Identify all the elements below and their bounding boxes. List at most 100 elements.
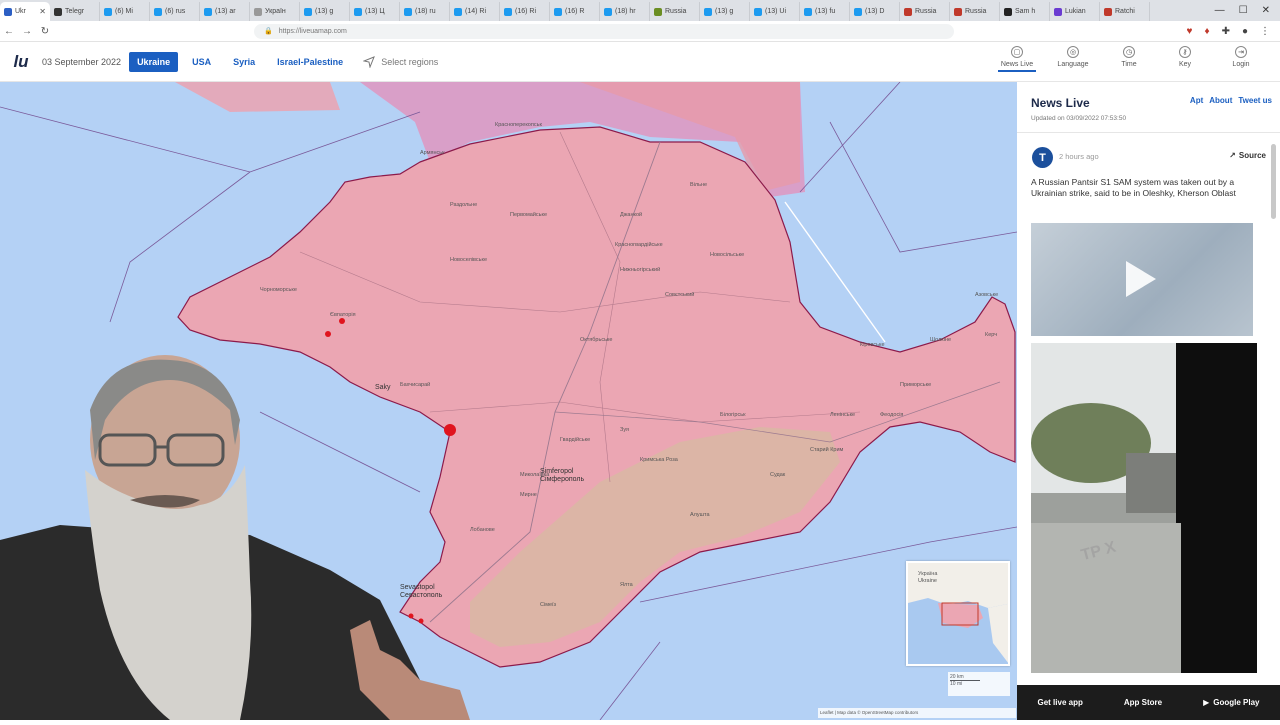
browser-tab[interactable]: Ratchi [1100,2,1150,21]
place-label: Білогірськ [720,412,746,418]
favicon-icon [954,7,962,16]
browser-tab[interactable]: (13) fu [800,2,850,21]
news-link-tweet-us[interactable]: Tweet us [1238,96,1272,105]
tab-label: Ukr [15,8,26,15]
favicon-icon [654,7,662,16]
browser-tab[interactable]: (13) D [850,2,900,21]
browser-tab[interactable]: (13) ar [200,2,250,21]
news-link-about[interactable]: About [1209,96,1232,105]
browser-tab[interactable]: Russia [650,2,700,21]
place-label: Новоселівське [450,257,488,263]
place-label: Алушта [690,512,710,518]
select-regions-label: Select regions [381,56,439,67]
favicon-icon [154,7,162,16]
footer-label: Get live app [1037,698,1083,707]
maximize-icon[interactable]: ☐ [1239,5,1248,16]
select-regions-button[interactable]: Select regions [363,55,439,68]
browser-tab[interactable]: (13) g [700,2,750,21]
current-date[interactable]: 03 September 2022 [42,57,121,67]
scale-km: 20 km [950,674,980,681]
place-label: Щолкіне [930,337,952,343]
region-tab-israel-palestine[interactable]: Israel-Palestine [269,52,351,72]
post-text[interactable]: A Russian Pantsir S1 SAM system was take… [1031,177,1256,199]
favicon-icon [54,7,62,16]
place-label: Первомайське [510,212,548,218]
browser-tab[interactable]: Україн [250,2,300,21]
border-line [599,641,661,720]
browser-tab[interactable]: Telegr [50,2,100,21]
browser-tab[interactable]: Lukian [1050,2,1100,21]
scrollbar[interactable] [1271,144,1276,219]
tab-label: (13) Ui [765,8,787,15]
browser-tab[interactable]: Sam h [1000,2,1050,21]
get-app-link[interactable]: Get live app [1038,698,1083,707]
source-avatar[interactable]: T [1032,147,1053,168]
app-store-link[interactable]: App Store [1124,698,1162,707]
region-tab-usa[interactable]: USA [184,52,219,72]
favicon-icon [854,7,862,16]
nav-time[interactable]: ◷ Time [1110,46,1148,72]
nav-key[interactable]: ⚷ Key [1166,46,1204,72]
browser-tab[interactable]: (18) hr [600,2,650,21]
browser-tab[interactable]: (13) g [300,2,350,21]
extension-icon[interactable]: ♦ [1204,26,1209,37]
event-marker[interactable] [339,318,345,324]
city-label[interactable]: Simferopol Сімферополь [540,468,584,484]
browser-tab[interactable]: Ukr ✕ [0,2,50,21]
post-photo[interactable]: TP X [1031,343,1257,673]
favicon-icon [754,7,762,16]
address-bar[interactable]: 🔒 https://liveuamap.com [254,23,954,39]
menu-icon[interactable]: ⋮ [1260,26,1270,37]
place-label: Судак [770,472,786,478]
map-attribution[interactable]: Leaflet | Map data © OpenStreetMap contr… [818,708,1016,718]
browser-tab[interactable]: (13) Ц [350,2,400,21]
browser-tab[interactable]: (14) Ri [450,2,500,21]
external-link-icon: ↗ [1229,151,1236,160]
region-tab-syria[interactable]: Syria [225,52,263,72]
site-logo[interactable]: lu [0,52,42,72]
nav-label: News Live [1000,61,1034,68]
place-label: Гвардійське [560,437,591,443]
back-icon[interactable]: ← [0,26,18,37]
source-link[interactable]: ↗ Source [1229,151,1266,160]
extension-icon[interactable]: ♥ [1187,26,1193,37]
event-marker[interactable] [325,331,331,337]
minimap[interactable]: Україна Ukraine [906,561,1010,666]
browser-tab[interactable]: (18) ru [400,2,450,21]
region-tab-ukraine[interactable]: Ukraine [129,51,179,72]
video-thumbnail[interactable] [1031,223,1253,336]
nav-label: Login [1232,61,1250,68]
nav-language[interactable]: ◎ Language [1054,46,1092,72]
place-label: Кіровське [860,342,885,348]
forward-icon[interactable]: → [18,26,36,37]
nav-news-live[interactable]: ▢ News Live [998,46,1036,72]
place-label: Октябрьське [580,337,613,343]
puzzle-icon[interactable]: ✚ [1222,26,1230,37]
place-label: Чорноморське [260,287,297,293]
close-tab-icon[interactable]: ✕ [39,7,46,16]
tab-label: (16) R [565,8,585,15]
place-label: Кримська Роза [640,457,678,463]
news-link-apt[interactable]: Apt [1190,96,1203,105]
browser-tab[interactable]: (16) Ri [500,2,550,21]
lock-icon: 🔒 [264,28,273,35]
browser-tab[interactable]: (13) Ui [750,2,800,21]
minimize-icon[interactable]: — [1215,5,1225,16]
google-play-link[interactable]: ▶ Google Play [1203,698,1259,707]
nav-login[interactable]: ⇥ Login [1222,46,1260,72]
place-label: Красноперекопськ [495,122,542,128]
play-icon[interactable] [1126,261,1156,297]
browser-tab[interactable]: Russia [950,2,1000,21]
tab-label: Russia [915,8,937,15]
reload-icon[interactable]: ↻ [36,26,54,37]
browser-tab[interactable]: Russia [900,2,950,21]
favicon-icon [1104,7,1112,16]
browser-tab[interactable]: (6) Mi [100,2,150,21]
browser-tab[interactable]: (6) rus [150,2,200,21]
profile-icon[interactable]: ● [1242,26,1248,37]
border-line [799,82,901,193]
close-window-icon[interactable]: ✕ [1262,5,1270,16]
place-label: Вільне [690,182,708,188]
post-time[interactable]: 2 hours ago [1059,152,1099,161]
browser-tab[interactable]: (16) R [550,2,600,21]
